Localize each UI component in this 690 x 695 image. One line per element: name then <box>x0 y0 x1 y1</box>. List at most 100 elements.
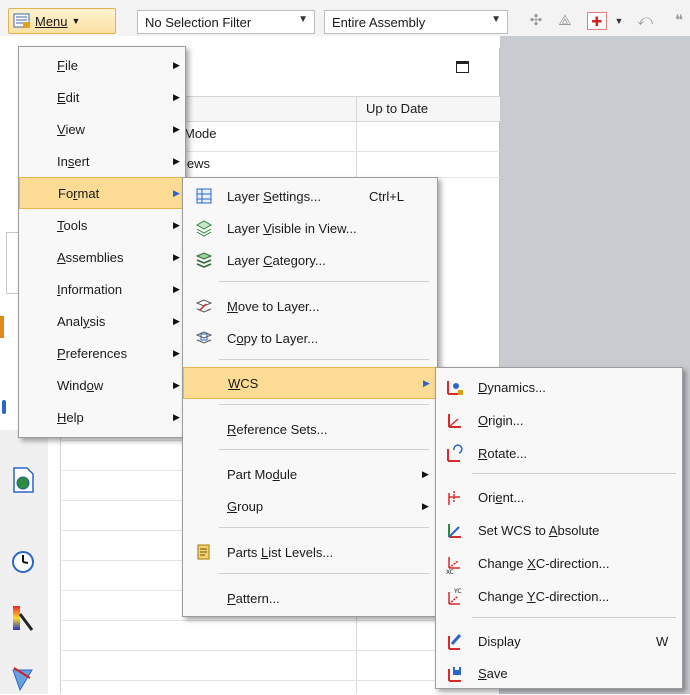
menu-item-label: Reference Sets... <box>227 422 327 437</box>
menu-item-layer-category[interactable]: Layer Category... <box>183 244 437 276</box>
label-text: Layer <box>227 252 264 268</box>
point-on-curve-icon[interactable]: ⤺ <box>636 12 654 30</box>
menu-item-window[interactable]: Window ▶ <box>19 369 185 401</box>
label-text: ove to Layer... <box>237 298 320 314</box>
layer-visible-icon <box>195 219 213 237</box>
label-text: bsolute <box>557 522 600 538</box>
document-web-icon[interactable] <box>10 466 36 494</box>
menu-item-label: Part Module <box>227 467 297 482</box>
menu-item-display[interactable]: Display W <box>436 625 682 657</box>
menu-separator <box>219 404 429 405</box>
menu-item-wcs[interactable]: WCS ▶ <box>183 367 437 399</box>
submenu-arrow-icon: ▶ <box>173 219 180 230</box>
menu-item-file[interactable]: File ▶ <box>19 49 185 81</box>
menu-item-parts-list-levels[interactable]: Parts List Levels... <box>183 536 437 568</box>
navigator-row-label[interactable]: Mode <box>184 126 217 141</box>
label-text: rigin... <box>488 412 524 428</box>
menu-separator <box>219 573 429 574</box>
label-text: roup <box>237 498 264 514</box>
accelerator-key: V <box>263 220 272 236</box>
menu-item-save[interactable]: Save <box>436 657 682 689</box>
submenu-arrow-icon: ▶ <box>173 187 180 198</box>
menu-item-label: Tools <box>57 218 87 233</box>
menu-item-pattern[interactable]: Pattern... <box>183 582 437 614</box>
accelerator-key: d <box>272 466 280 482</box>
snap-point-icon[interactable]: ✣ <box>527 12 545 30</box>
svg-text:XC: XC <box>446 569 454 574</box>
scope-select[interactable]: Entire Assembly ▼ <box>324 10 508 34</box>
menu-item-move-to-layer[interactable]: Move to Layer... <box>183 290 437 322</box>
menu-item-dynamics[interactable]: Dynamics... <box>436 371 682 403</box>
submenu-arrow-icon: ▶ <box>173 59 180 70</box>
menu-item-layer-visible-in-view[interactable]: Layer Visible in View... <box>183 212 437 244</box>
menu-item-label: WCS <box>228 376 258 391</box>
menu-item-copy-to-layer[interactable]: Copy to Layer... <box>183 322 437 354</box>
label-text: ert <box>74 153 90 169</box>
accelerator-key: D <box>478 379 488 395</box>
menu-item-rotate[interactable]: Rotate... <box>436 437 682 469</box>
menu-item-label: Window <box>57 378 103 393</box>
label-text: ettings... <box>271 188 321 204</box>
menu-separator <box>219 449 429 450</box>
menu-item-assemblies[interactable]: Assemblies ▶ <box>19 241 185 273</box>
label-text: elp <box>66 409 84 425</box>
menu-item-set-wcs-to-absolute[interactable]: Set WCS to Absolute <box>436 514 682 546</box>
label-text: sis <box>89 313 106 329</box>
menu-item-view[interactable]: View ▶ <box>19 113 185 145</box>
accelerator-key: o <box>86 377 94 393</box>
menu-item-preferences[interactable]: Preferences ▶ <box>19 337 185 369</box>
menu-item-help[interactable]: Help ▶ <box>19 401 185 433</box>
menu-item-part-module[interactable]: Part Module ▶ <box>183 458 437 490</box>
menu-item-label: Layer Visible in View... <box>227 221 357 236</box>
menu-item-label: Move to Layer... <box>227 299 320 314</box>
overflow-icon[interactable]: ❝ <box>670 12 688 30</box>
roles-icon[interactable] <box>10 664 36 692</box>
label-text: w <box>93 377 104 393</box>
chevron-down-icon[interactable]: ▼ <box>610 12 628 30</box>
menu-item-label: Edit <box>57 90 79 105</box>
wcs-rotate-icon <box>444 444 463 462</box>
menu-item-origin[interactable]: Origin... <box>436 404 682 436</box>
menu-item-layer-settings[interactable]: Layer Settings... Ctrl+L <box>183 180 437 212</box>
quick-pick-icon[interactable]: ✚ <box>587 12 607 30</box>
menu-item-analysis[interactable]: Analysis ▶ <box>19 305 185 337</box>
label-text: C-direction... <box>535 588 610 604</box>
label-text: Change <box>478 588 527 604</box>
history-clock-icon[interactable] <box>10 548 36 576</box>
label-text: ave <box>486 665 508 681</box>
label-text: Wind <box>57 377 87 393</box>
menu-item-label: Orient... <box>478 490 524 505</box>
copy-to-layer-icon <box>195 329 213 347</box>
accelerator-key: X <box>527 555 536 571</box>
label-text: ynamics... <box>487 379 546 395</box>
move-to-layer-icon <box>195 297 213 315</box>
layer-settings-icon <box>195 187 213 205</box>
column-up-to-date[interactable]: Up to Date <box>366 101 428 116</box>
accelerator-key: Y <box>526 588 536 604</box>
menu-item-group[interactable]: Group ▶ <box>183 490 437 522</box>
label-text: C <box>227 330 237 346</box>
menu-dropdown-icon: ▼ <box>71 16 81 26</box>
menu-item-format[interactable]: Format ▶ <box>19 177 185 209</box>
menu-item-label: Copy to Layer... <box>227 331 318 346</box>
accelerator-key: W <box>228 375 241 391</box>
menu-item-tools[interactable]: Tools ▶ <box>19 209 185 241</box>
menu-item-information[interactable]: Information ▶ <box>19 273 185 305</box>
selection-filter-select[interactable]: No Selection Filter ▼ <box>137 10 315 34</box>
label-text: isible in View... <box>271 220 357 236</box>
menu-button[interactable]: Menu ▼ <box>8 8 116 34</box>
menu-item-insert[interactable]: Insert ▶ <box>19 145 185 177</box>
label-text: references <box>65 345 128 361</box>
menu-item-reference-sets[interactable]: Reference Sets... <box>183 413 437 445</box>
menu-item-change-yc-direction[interactable]: YC Change YC-direction... <box>436 580 682 612</box>
maximize-icon[interactable] <box>456 61 469 73</box>
menu-item-change-xc-direction[interactable]: XC Change XC-direction... <box>436 547 682 579</box>
menu-item-orient[interactable]: Orient... <box>436 481 682 513</box>
system-visualization-icon[interactable] <box>10 604 36 632</box>
pick-point-icon[interactable]: ⟁ <box>556 12 574 30</box>
menu-item-label: Preferences <box>57 346 127 361</box>
accelerator-key: C <box>263 252 273 268</box>
menu-item-edit[interactable]: Edit ▶ <box>19 81 185 113</box>
navigator-row-label[interactable]: iews <box>184 156 210 171</box>
submenu-arrow-icon: ▶ <box>173 251 180 262</box>
